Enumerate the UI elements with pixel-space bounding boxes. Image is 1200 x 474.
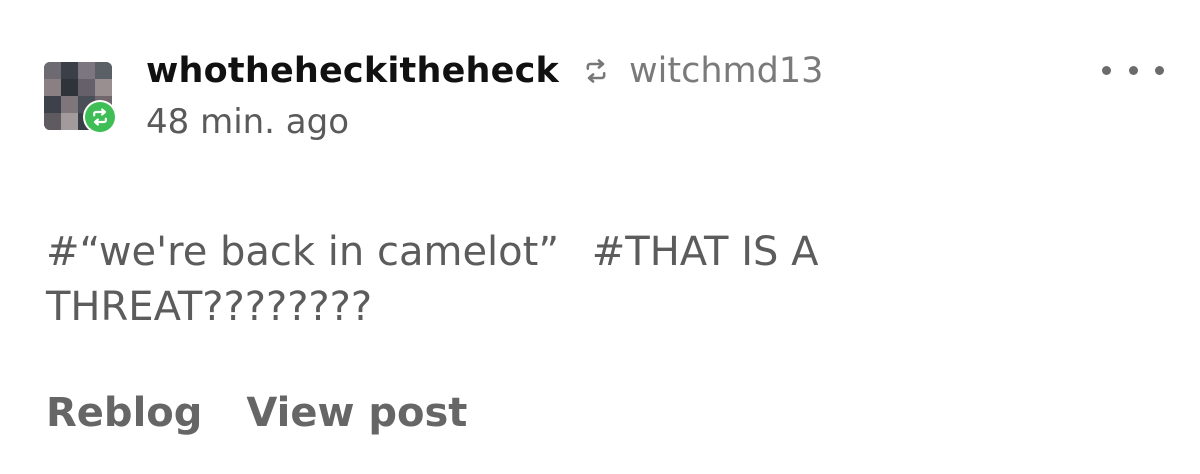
blog-name-link[interactable]: whotheheckitheheck [146,51,559,91]
post-attribution: whotheheckitheheck witchmd13 [146,48,823,94]
more-options-button[interactable] [1102,58,1164,82]
reblog-button[interactable]: Reblog [46,390,202,436]
reblog-icon [581,56,611,86]
reblog-icon [93,108,107,126]
more-horizontal-icon-dot [1155,65,1164,75]
post-timestamp[interactable]: 48 min. ago [146,102,349,142]
post-header: whotheheckitheheck witchmd13 48 min. ago [44,40,1164,150]
reblogged-from-link[interactable]: witchmd13 [629,51,823,91]
reblog-badge-icon [85,102,115,132]
reblog-badge [83,100,117,134]
more-horizontal-icon [1102,65,1111,75]
view-post-button[interactable]: View post [246,390,467,436]
post-tags: #“we're back in camelot” #THAT IS A THRE… [46,225,946,335]
post-actions: Reblog View post [46,385,511,441]
more-horizontal-icon-dot [1128,65,1138,75]
avatar-container[interactable] [44,62,117,134]
tag-link[interactable]: #“we're back in camelot” [46,229,559,275]
